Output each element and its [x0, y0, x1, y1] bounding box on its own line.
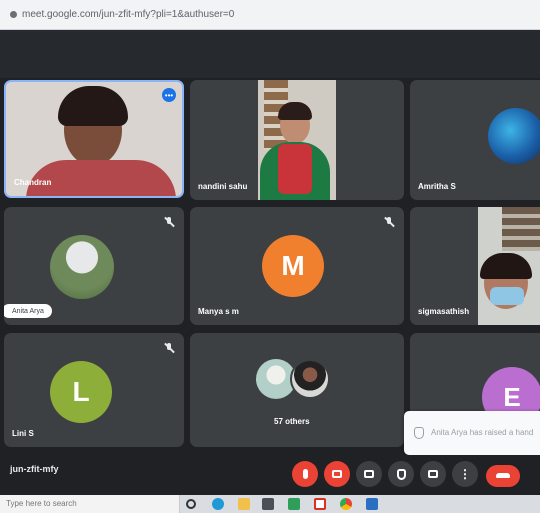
mic-off-icon[interactable] [292, 461, 318, 487]
captions-icon[interactable] [356, 461, 382, 487]
camera-glyph [332, 470, 342, 478]
taskbar-app-icon[interactable] [366, 498, 378, 510]
camera-off-icon[interactable] [324, 461, 350, 487]
participant-tile-manya-s-m[interactable]: M Manya s m [190, 207, 404, 325]
participant-avatar-letter: M [262, 235, 324, 297]
participant-tile-nandini-sahu[interactable]: nandini sahu [190, 80, 404, 200]
participant-name: Lini S [12, 429, 34, 438]
participant-tile-others[interactable]: 57 others [190, 333, 404, 447]
participant-video-mask [490, 287, 524, 305]
participant-avatar-letter: L [50, 361, 112, 423]
gmail-icon[interactable] [314, 498, 326, 510]
raised-hand-notification[interactable]: Anita Arya has raised a hand [404, 411, 540, 455]
participant-tile-amritha-s[interactable]: Amritha S [410, 80, 540, 200]
participant-profile-picture [290, 359, 330, 399]
captions-glyph [364, 470, 374, 478]
present-icon[interactable] [420, 461, 446, 487]
participant-name: sigmasathish [418, 307, 470, 316]
file-explorer-icon[interactable] [238, 498, 250, 510]
address-text[interactable]: meet.google.com/jun-zfit-mfy?pli=1&authu… [22, 9, 234, 20]
app-icon[interactable] [288, 498, 300, 510]
end-call-icon[interactable] [486, 465, 520, 487]
mic-off-icon [162, 215, 176, 229]
participant-name: Amritha S [418, 182, 456, 191]
task-view-icon[interactable] [186, 499, 196, 509]
edge-browser-icon[interactable] [212, 498, 224, 510]
chrome-icon[interactable] [340, 498, 352, 510]
meet-screen: meet.google.com/jun-zfit-mfy?pli=1&authu… [0, 0, 540, 513]
video-shelf [502, 207, 540, 251]
participant-name: nandini sahu [198, 182, 248, 191]
meeting-code: jun-zfit-mfy [10, 464, 59, 474]
store-icon[interactable] [262, 498, 274, 510]
participant-profile-picture [488, 108, 540, 164]
meeting-top-band [0, 30, 540, 78]
taskbar-search-placeholder: Type here to search [6, 499, 77, 508]
participant-video-hair [278, 102, 312, 120]
mic-off-icon [382, 215, 396, 229]
others-count: 57 others [274, 417, 310, 426]
participant-tile-sigmasathish[interactable]: sigmasathish [410, 207, 540, 325]
participant-tile-anita-arya[interactable]: Anita Arya [4, 207, 184, 325]
participant-tile-chandran[interactable]: ••• Chandran [4, 80, 184, 198]
speaking-indicator: ••• [162, 88, 176, 102]
participant-video-top [278, 144, 312, 194]
hand-glyph [396, 468, 406, 480]
present-glyph [428, 470, 438, 478]
os-taskbar: Type here to search [0, 495, 540, 513]
site-info-icon[interactable] [10, 11, 17, 18]
notification-text: Anita Arya has raised a hand [431, 428, 534, 437]
browser-address-bar[interactable]: meet.google.com/jun-zfit-mfy?pli=1&authu… [0, 0, 540, 30]
raise-hand-icon [414, 427, 424, 439]
participant-name-chip: Anita Arya [4, 304, 52, 318]
participant-name: Manya s m [198, 307, 239, 316]
participant-name: Chandran [14, 178, 52, 187]
more-glyph: ⋮ [459, 467, 471, 481]
raise-hand-icon[interactable] [388, 461, 414, 487]
taskbar-search-box[interactable]: Type here to search [0, 495, 180, 513]
mic-glyph [302, 469, 308, 479]
more-options-icon[interactable]: ⋮ [452, 461, 478, 487]
participant-name: Anita Arya [12, 307, 44, 315]
participant-tile-lini-s[interactable]: L Lini S [4, 333, 184, 447]
participant-profile-picture [50, 235, 114, 299]
mic-off-icon [162, 341, 176, 355]
